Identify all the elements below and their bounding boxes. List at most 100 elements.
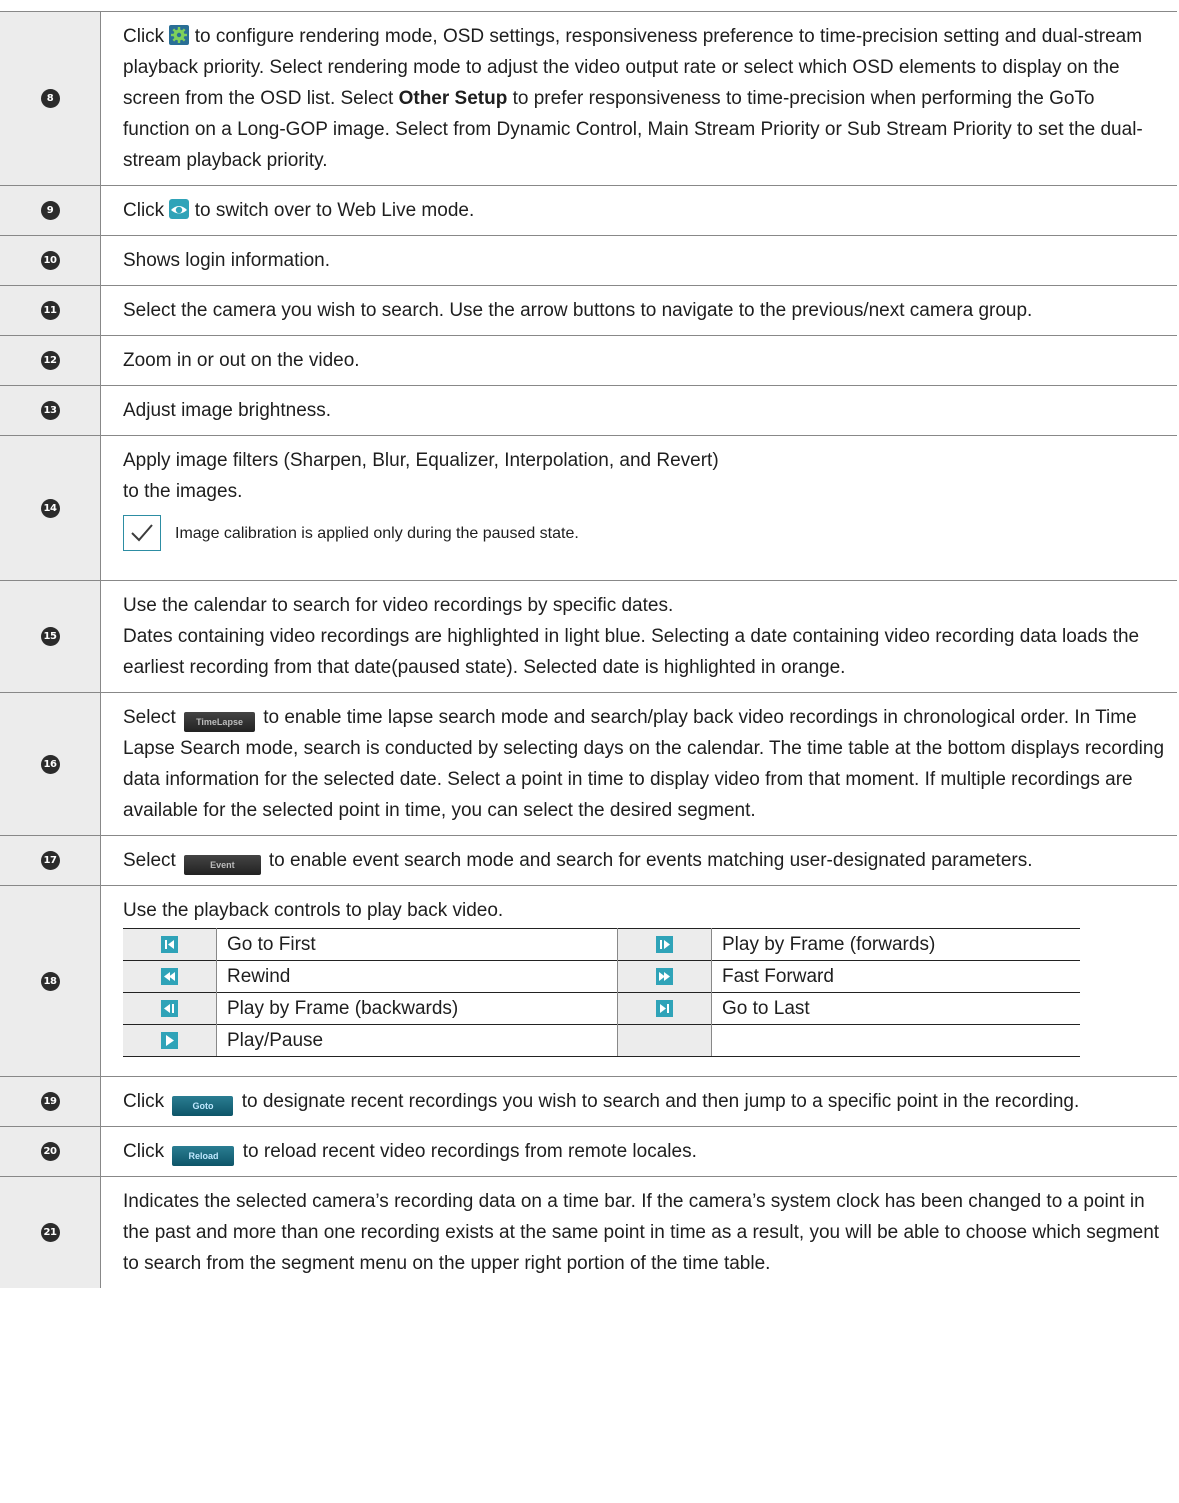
table-row: Play by Frame (backwards) Go to Last [123,992,1080,1025]
playback-controls-table: Go to First Play by Frame (forwards) Rew… [123,928,1080,1057]
text-segment: to enable event search mode and search f… [263,850,1033,871]
table-row: 15 Use the calendar to search for video … [0,581,1177,693]
number-badge: 13 [40,401,60,420]
go-to-first-icon [161,936,178,954]
table-row: 14 Apply image filters (Sharpen, Blur, E… [0,436,1177,581]
control-label: Go to Last [711,992,1080,1025]
number-badge: 8 [40,89,60,108]
note-text: Image calibration is applied only during… [175,524,579,542]
text-line: Dates containing video recordings are hi… [123,626,1140,678]
text-segment: to switch over to Web Live mode. [189,200,475,221]
play-pause-icon [161,1032,178,1050]
text-segment: to reload recent video recordings from r… [237,1141,697,1162]
row-description: Zoom in or out on the video. [123,350,360,371]
text-segment: Click [123,26,170,47]
number-badge: 14 [40,498,60,518]
number-badge: 12 [40,351,60,370]
row-description: Click Goto to designate recent recording… [100,1077,1177,1126]
row-number: 17 [0,836,100,885]
table-row: 13 Adjust image brightness. [0,386,1177,436]
control-label: Fast Forward [711,960,1080,993]
timelapse-button-image: TimeLapse [184,712,255,732]
table-row: 10 Shows login information. [0,236,1177,286]
row-number: 13 [0,386,100,435]
table-row: 20 Click Reload to reload recent video r… [0,1127,1177,1177]
table-row: 9 Click to switch over to Web Live mode. [0,186,1177,236]
row-description: Select TimeLapse to enable time lapse se… [100,693,1177,835]
number-badge: 19 [40,1092,60,1111]
number-badge: 10 [40,251,60,270]
row-number: 16 [0,693,100,835]
row-number: 10 [0,236,100,285]
table-row: 12 Zoom in or out on the video. [0,336,1177,386]
fast-forward-icon [656,968,673,986]
table-row: Go to First Play by Frame (forwards) [123,928,1080,961]
number-badge: 21 [40,1223,60,1242]
goto-button-image: Goto [172,1096,234,1116]
rewind-icon [161,968,178,986]
reload-button-image: Reload [172,1146,235,1166]
row-description: Use the calendar to search for video rec… [100,581,1177,692]
row-number: 14 [0,436,100,580]
text-segment: Select [123,707,182,728]
text-line: to the images. [123,481,243,502]
row-description: Apply image filters (Sharpen, Blur, Equa… [100,436,1177,580]
control-label: Play/Pause [216,1024,618,1057]
text-segment: Click [123,1141,170,1162]
table-row: 19 Click Goto to designate recent record… [0,1077,1177,1127]
row-description: Click to switch over to Web Live mode. [100,186,1177,235]
number-badge: 16 [40,754,60,774]
description-table: 8 Click to configure rendering mode, OSD… [0,11,1177,1288]
row-number: 21 [0,1177,100,1288]
text-line: Use the playback controls to play back v… [123,900,504,921]
table-row: Play/Pause [123,1024,1080,1057]
text-segment: Select [123,850,182,871]
row-description: Indicates the selected camera’s recordin… [123,1191,1160,1274]
control-label: Play by Frame (forwards) [711,928,1080,961]
play-by-frame-backwards-icon [161,1000,178,1018]
control-label: Go to First [216,928,618,961]
text-line: Use the calendar to search for video rec… [123,595,674,616]
text-segment: Click [123,200,170,221]
table-row: 11 Select the camera you wish to search.… [0,286,1177,336]
number-badge: 18 [40,971,60,991]
row-number: 15 [0,581,100,692]
row-description: Adjust image brightness. [123,400,332,421]
row-number: 19 [0,1077,100,1126]
go-to-last-icon [656,1000,673,1018]
row-number: 12 [0,336,100,385]
text-line: Apply image filters (Sharpen, Blur, Equa… [123,450,719,471]
number-badge: 11 [40,301,60,320]
live-eye-icon [169,198,190,219]
play-by-frame-forwards-icon [656,936,673,954]
control-label [711,1024,1080,1057]
table-row: 8 Click to configure rendering mode, OSD… [0,12,1177,186]
number-badge: 15 [40,627,60,646]
row-number: 8 [0,12,100,185]
check-icon [123,515,161,551]
row-number: 9 [0,186,100,235]
row-number: 18 [0,886,100,1076]
table-row: Rewind Fast Forward [123,960,1080,993]
row-number: 20 [0,1127,100,1176]
row-description: Use the playback controls to play back v… [100,886,1177,1076]
table-row: 17 Select Event to enable event search m… [0,836,1177,886]
table-row: 21 Indicates the selected camera’s recor… [0,1177,1177,1288]
row-description: Select Event to enable event search mode… [100,836,1177,885]
table-row: 16 Select TimeLapse to enable time lapse… [0,693,1177,836]
text-segment: to enable time lapse search mode and sea… [123,707,1165,821]
note-box: Image calibration is applied only during… [123,515,1165,551]
control-label: Rewind [216,960,618,993]
row-description: Click Reload to reload recent video reco… [100,1127,1177,1176]
number-badge: 17 [40,851,60,870]
event-button-image: Event [184,855,261,875]
row-description: Click to configure rendering mode, OSD s… [100,12,1177,185]
number-badge: 9 [40,201,60,220]
number-badge: 20 [40,1142,60,1161]
bold-text: Other Setup [398,88,508,109]
row-description: Shows login information. [123,250,330,271]
row-number: 11 [0,286,100,335]
text-segment: Click [123,1091,170,1112]
text-segment: to designate recent recordings you wish … [236,1091,1080,1112]
control-label: Play by Frame (backwards) [216,992,618,1025]
